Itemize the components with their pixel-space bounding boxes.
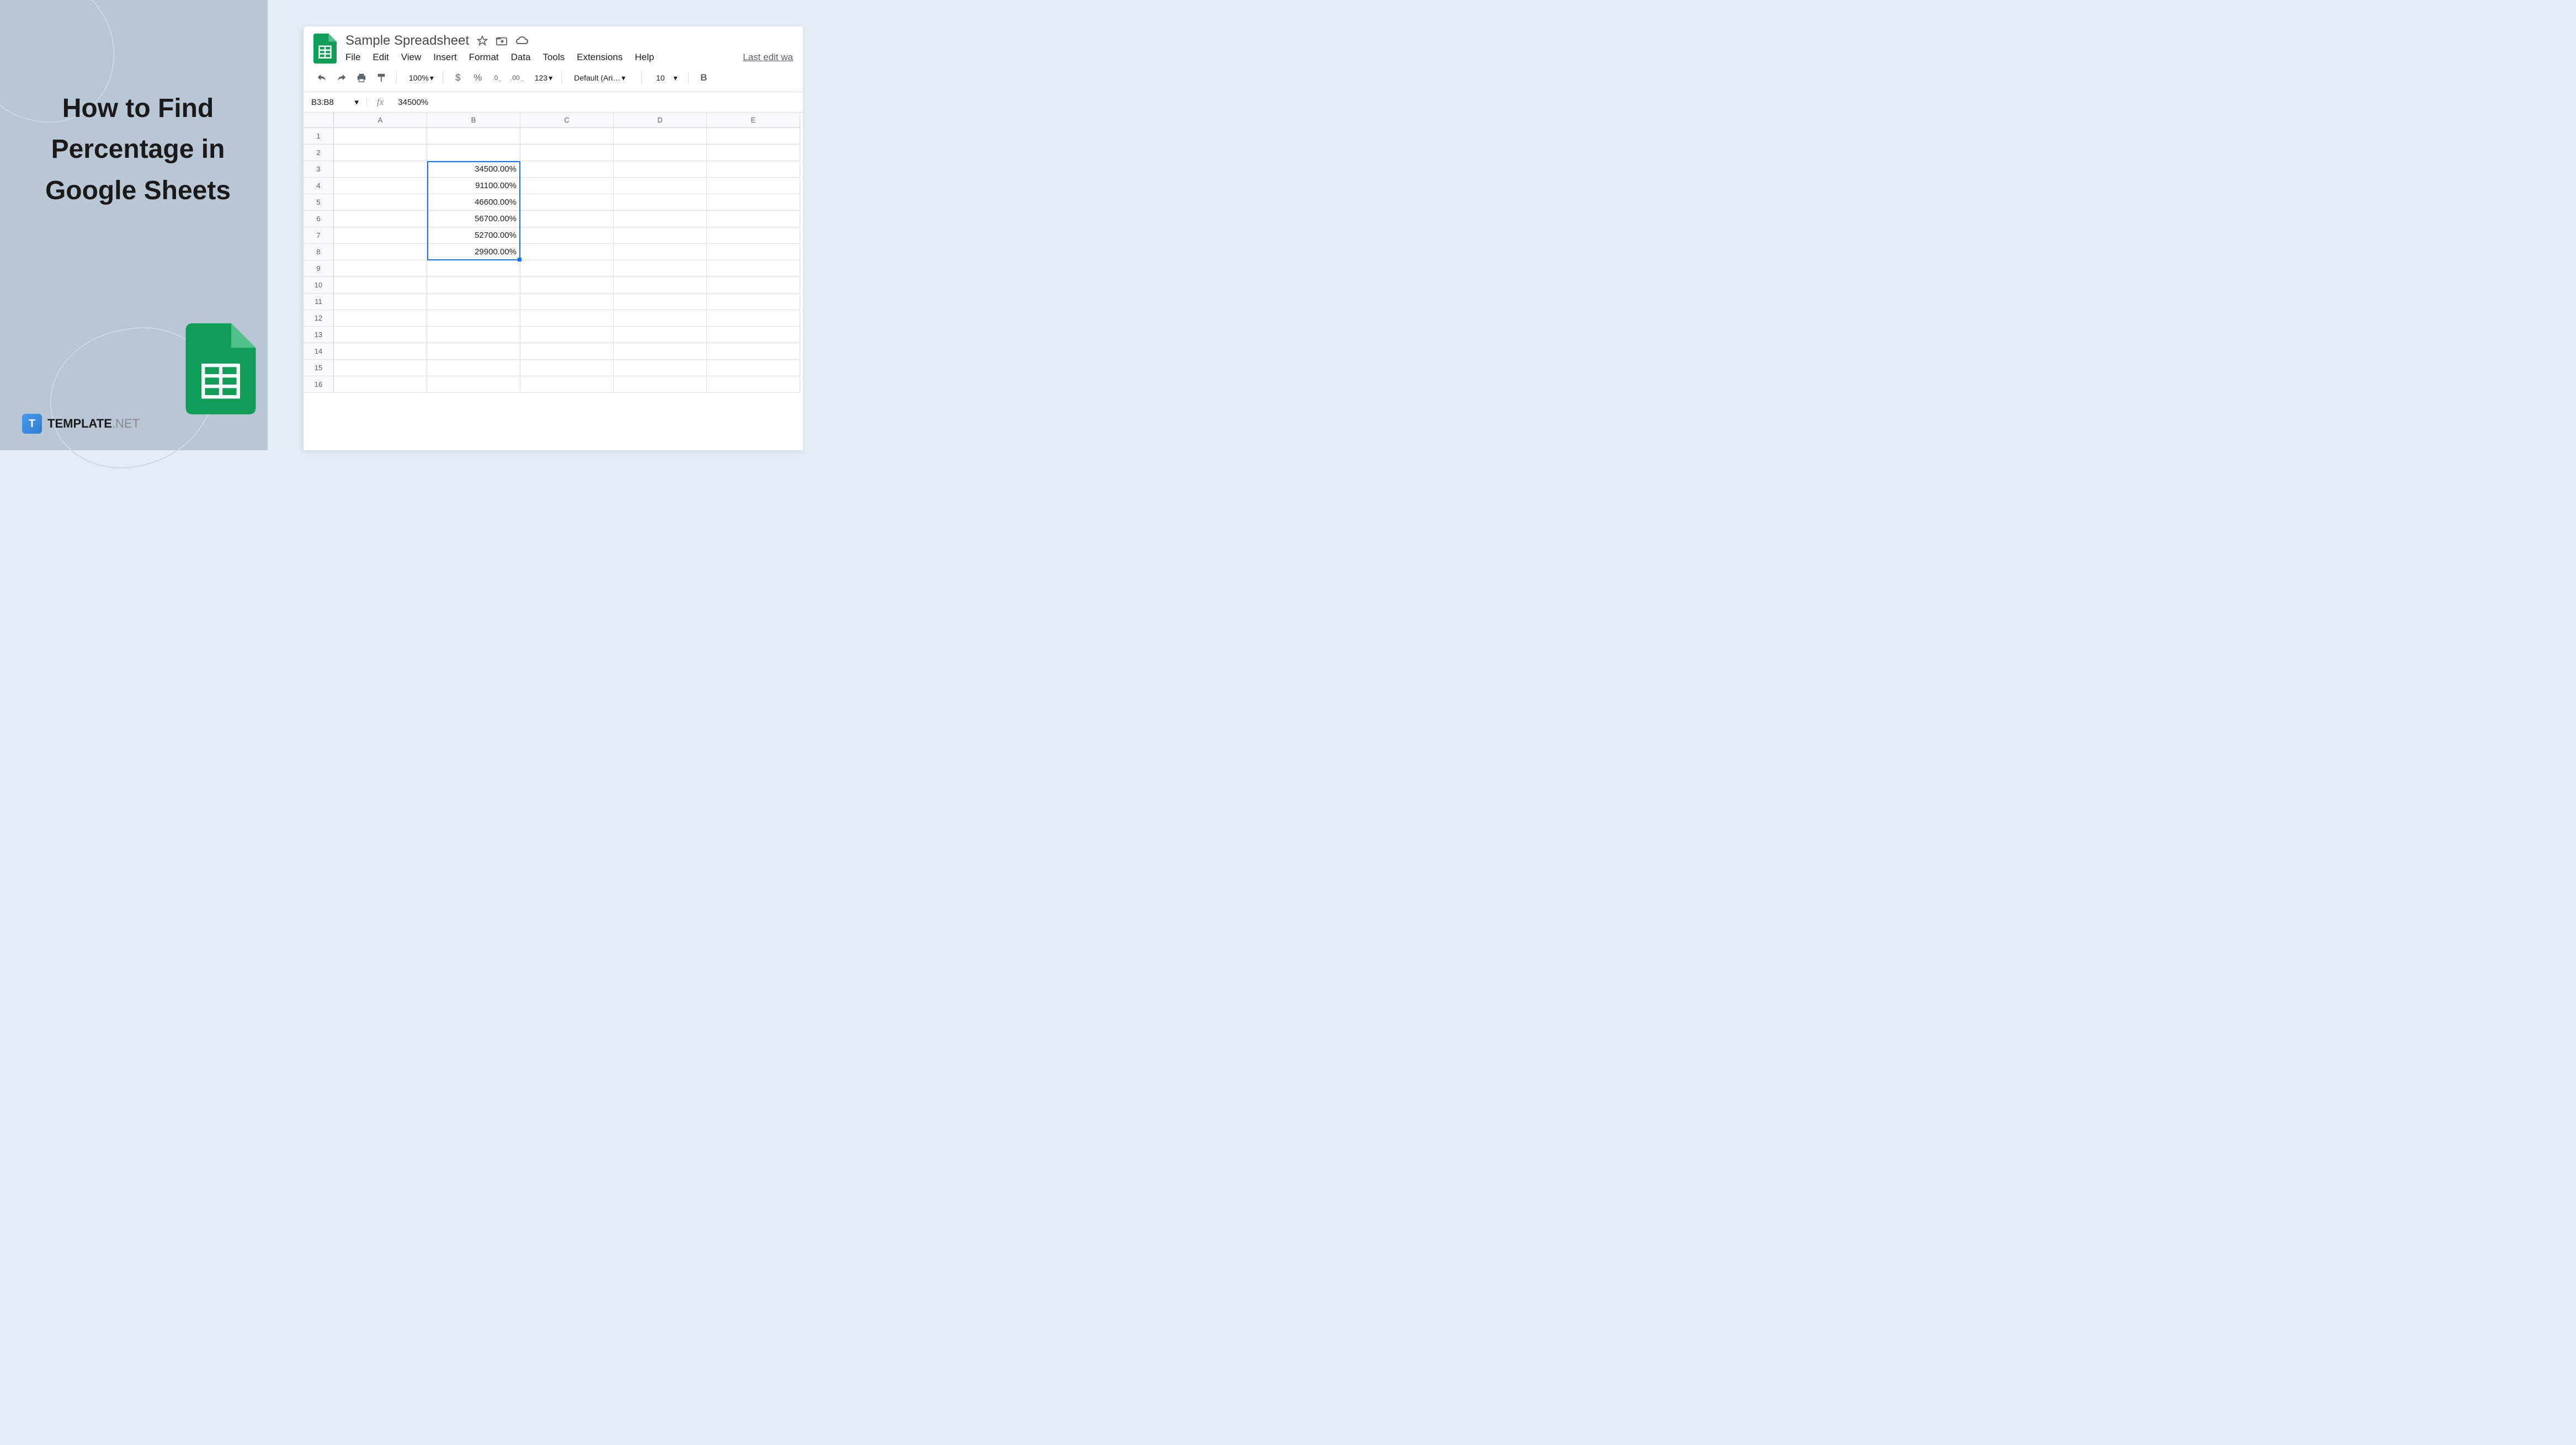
row-header[interactable]: 5 <box>304 194 334 211</box>
star-icon[interactable] <box>477 35 488 46</box>
chevron-down-icon: ▾ <box>354 97 359 107</box>
separator <box>688 72 689 84</box>
chevron-down-icon: ▾ <box>674 73 678 83</box>
row-header[interactable]: 2 <box>304 145 334 161</box>
template-net-logo: T TEMPLATE.NET <box>22 414 140 434</box>
cell-b3[interactable]: 34500.00% <box>427 161 520 178</box>
redo-icon[interactable] <box>333 70 350 86</box>
cell-b4[interactable]: 91100.00% <box>427 178 520 194</box>
header-row: A B C D E <box>304 113 803 128</box>
menu-file[interactable]: File <box>345 52 360 63</box>
row-header[interactable]: 13 <box>304 327 334 343</box>
menu-view[interactable]: View <box>401 52 422 63</box>
template-suffix: .NET <box>112 417 140 430</box>
cloud-status-icon[interactable] <box>515 36 529 46</box>
template-brand: TEMPLATE <box>47 417 112 430</box>
last-edit-link[interactable]: Last edit wa <box>743 52 793 63</box>
page-title: How to Find Percentage in Google Sheets <box>28 88 248 211</box>
formula-input[interactable]: 34500% <box>393 98 803 107</box>
font-name: Default (Ari… <box>574 73 620 82</box>
row-header[interactable]: 11 <box>304 294 334 310</box>
paint-format-icon[interactable] <box>373 70 390 86</box>
undo-icon[interactable] <box>313 70 330 86</box>
name-box-value: B3:B8 <box>311 98 334 107</box>
menu-extensions[interactable]: Extensions <box>577 52 622 63</box>
row-header[interactable]: 15 <box>304 360 334 376</box>
template-logo-icon: T <box>22 414 42 434</box>
col-header-b[interactable]: B <box>427 113 520 128</box>
menu-tools[interactable]: Tools <box>543 52 565 63</box>
column-headers: A B C D E <box>334 113 803 128</box>
row-header[interactable]: 3 <box>304 161 334 178</box>
row-headers: 1 2 3 4 5 6 7 8 9 10 11 12 13 14 15 16 <box>304 128 334 393</box>
google-sheets-window: Sample Spreadsheet File Edit View Insert… <box>304 26 803 450</box>
percent-button[interactable]: % <box>470 70 486 86</box>
template-logo-text: TEMPLATE.NET <box>47 417 140 431</box>
row-header[interactable]: 9 <box>304 260 334 277</box>
row-header[interactable]: 14 <box>304 343 334 360</box>
cell-b6[interactable]: 56700.00% <box>427 211 520 227</box>
cells-area[interactable]: 34500.00% 91100.00% 46600.00% 56700.00% … <box>334 128 803 393</box>
chevron-down-icon: ▾ <box>430 73 434 83</box>
fx-label: fx <box>367 97 393 108</box>
increase-decimal-button[interactable]: .00 → <box>509 70 526 86</box>
increase-decimal-label: .00 <box>510 74 520 82</box>
sheets-app-icon[interactable] <box>313 33 337 64</box>
zoom-dropdown[interactable]: 100% ▾ <box>403 73 436 83</box>
col-header-c[interactable]: C <box>520 113 614 128</box>
bold-button[interactable]: B <box>695 70 712 86</box>
col-header-a[interactable]: A <box>334 113 427 128</box>
row-header[interactable]: 8 <box>304 244 334 260</box>
title-row: Sample Spreadsheet <box>345 33 793 49</box>
separator <box>396 72 397 84</box>
menu-insert[interactable]: Insert <box>433 52 457 63</box>
row-header[interactable]: 1 <box>304 128 334 145</box>
format-123-label: 123 <box>535 73 547 82</box>
print-icon[interactable] <box>353 70 370 86</box>
select-all-corner[interactable] <box>304 113 334 128</box>
chevron-down-icon: ▾ <box>621 73 625 83</box>
row-header[interactable]: 6 <box>304 211 334 227</box>
row-header[interactable]: 4 <box>304 178 334 194</box>
col-header-d[interactable]: D <box>614 113 707 128</box>
separator <box>641 72 642 84</box>
header-content: Sample Spreadsheet File Edit View Insert… <box>345 33 793 63</box>
row-header[interactable]: 10 <box>304 277 334 294</box>
cell-b7[interactable]: 52700.00% <box>427 227 520 244</box>
spreadsheet-grid: A B C D E 1 2 3 4 5 6 7 8 9 10 11 12 13 <box>304 113 803 393</box>
formula-bar: B3:B8 ▾ fx 34500% <box>304 92 803 113</box>
font-size-dropdown[interactable]: 10 ▾ <box>648 73 682 83</box>
font-size-value: 10 <box>656 73 665 82</box>
app-header: Sample Spreadsheet File Edit View Insert… <box>304 26 803 64</box>
cell-b5[interactable]: 46600.00% <box>427 194 520 211</box>
left-panel: How to Find Percentage in Google Sheets … <box>0 0 268 450</box>
more-formats-dropdown[interactable]: 123 ▾ <box>529 73 555 83</box>
currency-button[interactable]: $ <box>450 70 466 86</box>
menu-data[interactable]: Data <box>511 52 531 63</box>
move-to-folder-icon[interactable] <box>496 35 508 46</box>
row-header[interactable]: 12 <box>304 310 334 327</box>
toolbar: 100% ▾ $ % .0 ← .00 → 123 ▾ Default (Ari… <box>304 64 803 92</box>
font-dropdown[interactable]: Default (Ari… ▾ <box>568 73 635 83</box>
google-sheets-logo <box>185 323 257 414</box>
chevron-down-icon: ▾ <box>549 73 552 83</box>
grid-body: 1 2 3 4 5 6 7 8 9 10 11 12 13 14 15 16 3 <box>304 128 803 393</box>
separator <box>561 72 562 84</box>
menu-format[interactable]: Format <box>469 52 499 63</box>
row-header[interactable]: 16 <box>304 376 334 393</box>
decrease-decimal-button[interactable]: .0 ← <box>489 70 506 86</box>
menu-bar: File Edit View Insert Format Data Tools … <box>345 52 793 63</box>
menu-edit[interactable]: Edit <box>372 52 388 63</box>
menu-help[interactable]: Help <box>635 52 654 63</box>
document-title[interactable]: Sample Spreadsheet <box>345 33 469 49</box>
row-header[interactable]: 7 <box>304 227 334 244</box>
zoom-value: 100% <box>409 73 429 82</box>
name-box[interactable]: B3:B8 ▾ <box>304 97 367 107</box>
cell-b8[interactable]: 29900.00% <box>427 244 520 260</box>
col-header-e[interactable]: E <box>707 113 800 128</box>
